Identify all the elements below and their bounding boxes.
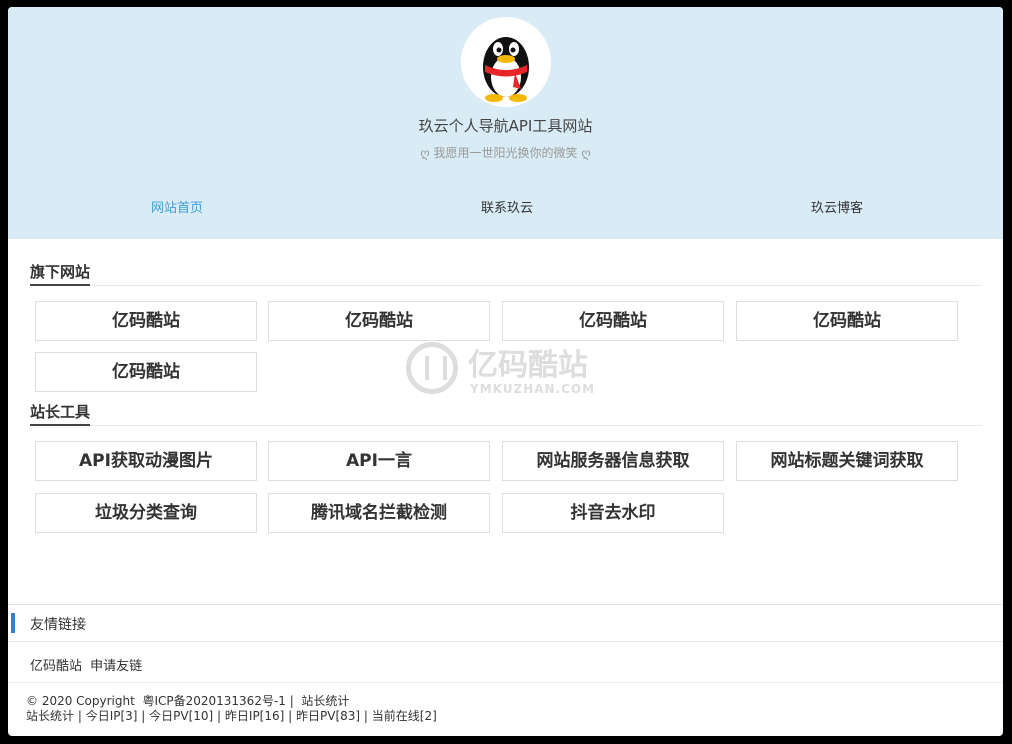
tool-link[interactable]: API获取动漫图片 [35,441,257,481]
stat-yesterday-pv: 昨日PV[83] [296,709,361,723]
watermark-icon [406,342,458,394]
section-divider [30,284,982,286]
section-title-sites: 旗下网站 [30,263,91,281]
stat-today-pv: 今日PV[10] [149,709,214,723]
nav-item-home[interactable]: 网站首页 [12,197,342,216]
site-title: 玖云个人导航API工具网站 [418,117,593,135]
section-divider [30,424,982,426]
site-link[interactable]: 亿码酷站 [736,301,958,341]
copyright-text: © 2020 Copyright [26,694,135,708]
stats-link[interactable]: 站长统计 [301,694,349,708]
site-link[interactable]: 亿码酷站 [35,352,257,392]
friend-links-list: 亿码酷站 申请友链 [30,655,146,674]
tool-link[interactable]: API一言 [268,441,490,481]
site-link[interactable]: 亿码酷站 [268,301,490,341]
nav-item-blog[interactable]: 玖云博客 [672,197,1002,216]
main-nav: 网站首页 联系玖云 玖云博客 [8,197,1003,219]
header-banner: 玖云个人导航API工具网站 ღ 我愿用一世阳光换你的微笑 ღ 网站首页 联系玖云… [8,7,1003,239]
watermark-text: 亿码酷站 [468,348,588,383]
footer-divider [8,682,1003,683]
tool-link[interactable]: 垃圾分类查询 [35,493,257,533]
stats-link[interactable]: 站长统计 [26,709,74,723]
footer: © 2020 Copyright 粤ICP备2020131362号-1 | 站长… [26,694,437,723]
tool-link[interactable]: 网站标题关键词获取 [736,441,958,481]
qq-penguin-icon [461,17,551,107]
tool-link[interactable]: 腾讯域名拦截检测 [268,493,490,533]
tool-link[interactable]: 网站服务器信息获取 [502,441,724,481]
friend-link[interactable]: 亿码酷站 [30,659,82,674]
watermark-logo: 亿码酷站 YMKUZHAN.COM [406,340,616,402]
stat-online: 当前在线[2] [371,709,437,723]
apply-friend-link[interactable]: 申请友链 [90,659,142,674]
nav-item-contact[interactable]: 联系玖云 [342,197,672,216]
accent-bar [11,613,15,633]
icp-link[interactable]: 粤ICP备2020131362号-1 [142,694,285,708]
site-link[interactable]: 亿码酷站 [35,301,257,341]
tool-link[interactable]: 抖音去水印 [502,493,724,533]
site-motto: ღ 我愿用一世阳光换你的微笑 ღ [420,146,591,160]
friend-links-title: 友情链接 [30,617,86,633]
section-title-tools: 站长工具 [30,403,91,421]
friend-links-header: 友情链接 [8,604,1003,642]
page-card: 玖云个人导航API工具网站 ღ 我愿用一世阳光换你的微笑 ღ 网站首页 联系玖云… [8,7,1003,736]
stat-today-ip: 今日IP[3] [85,709,138,723]
watermark-domain: YMKUZHAN.COM [470,382,596,396]
stat-yesterday-ip: 昨日IP[16] [224,709,285,723]
site-link[interactable]: 亿码酷站 [502,301,724,341]
